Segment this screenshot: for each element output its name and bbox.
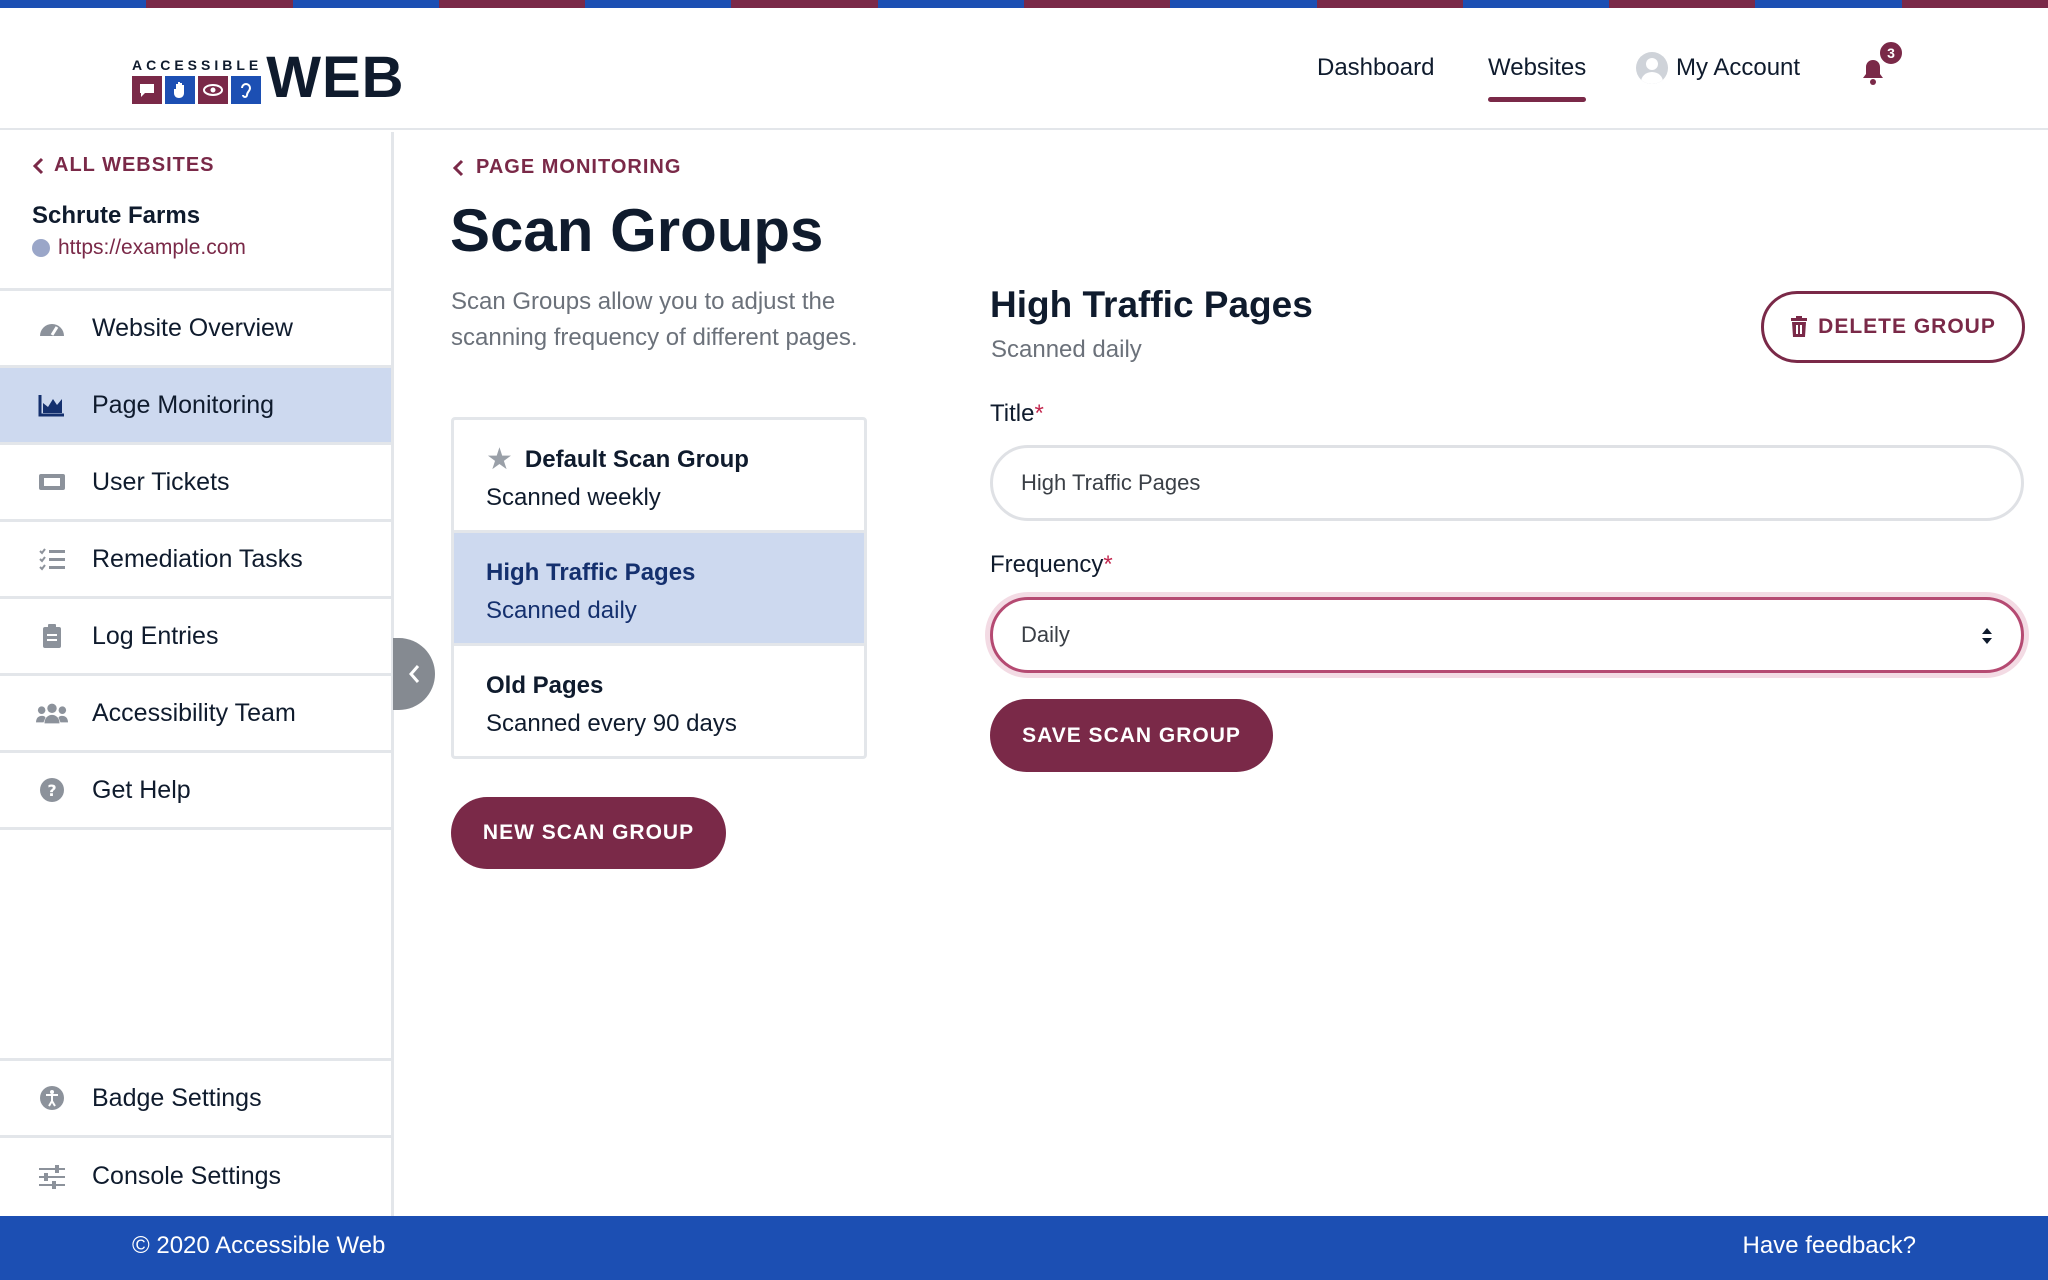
logo-large-text: WEB [266, 45, 405, 110]
delete-group-label: DELETE GROUP [1818, 315, 1996, 338]
accessible-web-logo[interactable]: ACCESSIBLE WEB [132, 45, 405, 110]
sort-arrows-icon [1981, 626, 1993, 646]
form-title: High Traffic Pages [990, 284, 1313, 325]
scan-group-frequency: Scanned every 90 days [486, 710, 737, 737]
checklist-icon [36, 543, 68, 575]
clipboard-icon [36, 620, 68, 652]
ear-icon [231, 76, 261, 104]
sidebar-bottom-nav: Badge Settings Console Settings [0, 1058, 391, 1215]
sidebar-item-label: Remediation Tasks [92, 544, 303, 573]
required-marker: * [1103, 551, 1113, 578]
users-icon [36, 697, 68, 729]
chevron-left-icon [409, 665, 420, 683]
sidebar-item-label: Page Monitoring [92, 390, 275, 419]
scan-group-title: Default Scan Group [524, 446, 749, 473]
sidebar-item-console-settings[interactable]: Console Settings [0, 1138, 391, 1215]
sidebar-item-label: Get Help [92, 775, 191, 804]
delete-group-button[interactable]: DELETE GROUP [1761, 291, 2025, 363]
site-url-text: https://example.com [58, 236, 246, 259]
sidebar-item-badge-settings[interactable]: Badge Settings [0, 1061, 391, 1138]
feedback-link[interactable]: Have feedback? [1743, 1232, 1916, 1260]
question-icon: ? [36, 774, 68, 806]
scan-group-item-old-pages[interactable]: Old Pages Scanned every 90 days [454, 646, 864, 756]
nav-websites-link[interactable]: Websites [1488, 54, 1587, 102]
page-description: Scan Groups allow you to adjust the scan… [451, 288, 858, 351]
sidebar-item-label: User Tickets [92, 467, 230, 496]
sidebar-item-remediation-tasks[interactable]: Remediation Tasks [0, 522, 391, 599]
sidebar-item-label: Log Entries [92, 621, 219, 650]
sidebar-item-page-monitoring[interactable]: Page Monitoring [0, 368, 391, 445]
new-scan-group-button[interactable]: NEW SCAN GROUP [451, 797, 726, 869]
save-scan-group-button[interactable]: SAVE SCAN GROUP [990, 699, 1273, 772]
trash-icon [1791, 316, 1808, 337]
required-marker: * [1034, 400, 1044, 427]
star-icon: ★ [486, 443, 513, 476]
sidebar-item-accessibility-team[interactable]: Accessibility Team [0, 676, 391, 753]
all-websites-link[interactable]: ALL WEBSITES [32, 154, 215, 177]
frequency-selected-value: Daily [1021, 622, 1070, 647]
sidebar-nav: Website Overview Page Monitoring User Ti… [0, 288, 391, 830]
title-input[interactable]: High Traffic Pages [990, 445, 2024, 521]
nav-my-account-link[interactable]: My Account [1676, 54, 1800, 82]
sidebar: ALL WEBSITES Schrute Farms https://examp… [0, 132, 394, 1216]
notification-count-badge: 3 [1878, 40, 1904, 66]
frequency-select[interactable]: Daily [990, 597, 2024, 673]
sidebar-item-label: Website Overview [92, 313, 293, 342]
chevron-left-icon [32, 157, 44, 174]
scan-group-item-high-traffic[interactable]: High Traffic Pages Scanned daily [454, 533, 864, 646]
collapse-sidebar-button[interactable] [393, 638, 435, 710]
sidebar-item-log-entries[interactable]: Log Entries [0, 599, 391, 676]
sidebar-item-label: Console Settings [92, 1162, 282, 1190]
gauge-icon [36, 312, 68, 344]
frequency-field-label: Frequency* [990, 551, 1113, 578]
title-field-label: Title* [990, 400, 1044, 427]
scan-group-frequency: Scanned daily [486, 597, 637, 624]
ticket-icon [36, 466, 68, 498]
copyright-text: © 2020 Accessible Web [132, 1232, 386, 1259]
top-stripe [0, 0, 2048, 8]
sidebar-item-get-help[interactable]: ? Get Help [0, 753, 391, 830]
sidebar-item-label: Accessibility Team [92, 698, 296, 727]
all-websites-label: ALL WEBSITES [54, 154, 215, 176]
site-header: ACCESSIBLE WEB Dashboard Websites My Acc… [0, 8, 2048, 130]
scan-group-title: Old Pages [486, 672, 604, 699]
form-subtitle: Scanned daily [991, 336, 1142, 363]
sidebar-item-label: Badge Settings [92, 1083, 262, 1112]
accessibility-icon [36, 1082, 68, 1114]
logo-small-text: ACCESSIBLE [132, 57, 263, 73]
nav-dashboard-link[interactable]: Dashboard [1317, 54, 1434, 82]
page-title: Scan Groups [450, 197, 824, 264]
site-name: Schrute Farms [32, 202, 201, 229]
sliders-icon [36, 1161, 68, 1193]
breadcrumb[interactable]: PAGE MONITORING [452, 156, 681, 179]
sidebar-item-website-overview[interactable]: Website Overview [0, 291, 391, 368]
svg-text:?: ? [47, 781, 56, 800]
hand-icon [165, 76, 195, 104]
sidebar-item-user-tickets[interactable]: User Tickets [0, 445, 391, 522]
scan-group-frequency: Scanned weekly [486, 484, 661, 511]
scan-group-item-default[interactable]: ★ Default Scan Group Scanned weekly [454, 420, 864, 533]
site-footer: © 2020 Accessible Web Have feedback? [0, 1216, 2048, 1280]
eye-icon [198, 76, 228, 104]
speech-bubble-icon [132, 76, 162, 104]
globe-icon [32, 239, 50, 257]
area-chart-icon [36, 389, 68, 421]
breadcrumb-label: PAGE MONITORING [476, 156, 682, 178]
site-url-link[interactable]: https://example.com [32, 236, 246, 260]
scan-group-title: High Traffic Pages [486, 559, 696, 586]
chevron-left-icon [452, 159, 464, 176]
scan-group-list: ★ Default Scan Group Scanned weekly High… [451, 417, 867, 759]
avatar[interactable] [1636, 52, 1668, 84]
